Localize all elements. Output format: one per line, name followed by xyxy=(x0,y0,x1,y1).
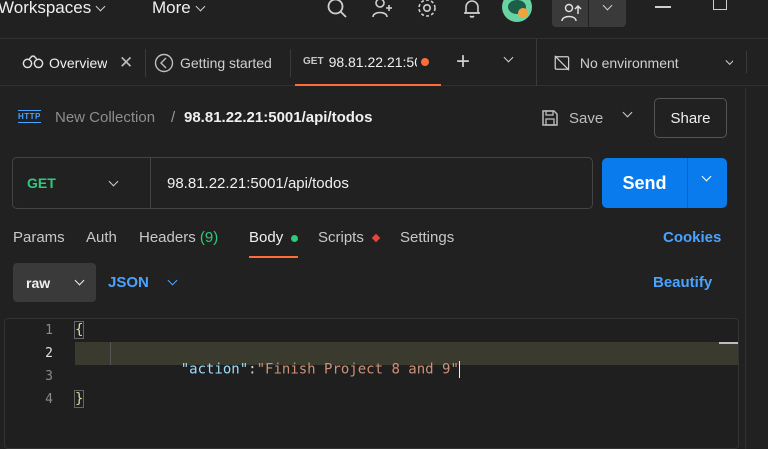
avatar[interactable] xyxy=(502,0,532,22)
tab-headers-label: Headers xyxy=(139,229,196,246)
share-label: Share xyxy=(670,109,711,127)
tab-overview-label: Overview xyxy=(49,54,107,71)
json-string-value: "Finish Project 8 and 9" xyxy=(256,361,459,378)
tab-headers[interactable]: Headers (9) xyxy=(139,229,218,246)
breadcrumb-request-name[interactable]: 98.81.22.21:5001/api/todos xyxy=(184,109,372,126)
share-button[interactable]: Share xyxy=(654,98,727,138)
chevron-down-icon xyxy=(195,1,206,11)
json-colon: : xyxy=(248,361,257,378)
text-cursor xyxy=(458,361,461,378)
minimap-marker xyxy=(719,342,738,344)
line-number: 2 xyxy=(45,346,53,361)
scripts-indicator xyxy=(371,233,381,243)
search-icon[interactable] xyxy=(325,0,349,20)
chevron-down-icon xyxy=(74,275,85,286)
workspaces-menu[interactable]: Workspaces xyxy=(0,0,106,18)
send-options-chevron-icon[interactable] xyxy=(701,171,712,182)
method-selector[interactable]: GET xyxy=(13,158,151,208)
more-label: More xyxy=(152,0,191,17)
send-label: Send xyxy=(622,172,667,193)
save-label: Save xyxy=(569,109,604,127)
send-button[interactable]: Send xyxy=(602,158,687,208)
tab-scripts-label: Scripts xyxy=(318,229,364,246)
invite-user-icon[interactable] xyxy=(370,0,394,20)
tab-params[interactable]: Params xyxy=(13,229,65,246)
body-active-dot xyxy=(291,234,299,242)
save-icon xyxy=(542,110,558,126)
breadcrumb-separator: / xyxy=(171,109,176,126)
workspaces-label: Workspaces xyxy=(0,0,92,17)
tab-method-label: GET xyxy=(303,56,324,67)
user-upload-icon[interactable] xyxy=(560,2,582,22)
close-icon[interactable]: ✕ xyxy=(119,53,133,73)
tab-body-label: Body xyxy=(249,229,284,246)
indent-guide xyxy=(110,342,111,365)
tab-getting-started-label: Getting started xyxy=(180,54,272,71)
top-bar: Workspaces More xyxy=(0,0,768,36)
overview-icon xyxy=(22,55,44,69)
tab-request-label: 98.81.22.21:5001/api/todos xyxy=(328,53,417,70)
getting-started-icon xyxy=(154,53,174,72)
more-menu[interactable]: More xyxy=(152,0,206,18)
cookies-link[interactable]: Cookies xyxy=(663,229,721,246)
minimize-icon[interactable] xyxy=(655,6,671,8)
body-format-label: JSON xyxy=(108,274,149,291)
tab-scripts[interactable]: Scripts xyxy=(318,229,381,246)
environment-label: No environment xyxy=(579,54,679,71)
tab-getting-started[interactable]: Getting started xyxy=(154,39,284,86)
tab-bar: Overview ✕ Getting started GET 98.81.22.… xyxy=(0,38,768,86)
chevron-down-icon xyxy=(108,176,119,186)
chevron-down-icon xyxy=(167,275,178,286)
beautify-button[interactable]: Beautify xyxy=(653,274,712,291)
unsaved-dot xyxy=(420,57,429,66)
body-format-selector[interactable]: JSON xyxy=(108,274,178,291)
json-line: "action":"Finish Project 8 and 9" xyxy=(147,345,461,394)
chevron-down-icon xyxy=(95,1,106,11)
bell-icon[interactable] xyxy=(460,0,484,20)
http-icon: HTTP xyxy=(18,110,41,123)
chevron-down-icon[interactable] xyxy=(602,0,613,11)
url-input[interactable] xyxy=(167,170,577,196)
json-close-brace: } xyxy=(73,390,85,408)
gear-icon[interactable] xyxy=(415,0,439,20)
chevron-down-icon xyxy=(725,55,733,66)
headers-count: (9) xyxy=(199,229,219,246)
method-label: GET xyxy=(27,175,56,191)
no-environment-icon xyxy=(554,54,570,71)
breadcrumb-collection[interactable]: New Collection xyxy=(55,109,155,126)
line-number: 4 xyxy=(45,392,53,407)
tab-settings[interactable]: Settings xyxy=(400,229,454,246)
save-options-chevron-icon[interactable] xyxy=(622,107,633,118)
body-mode-label: raw xyxy=(26,274,51,291)
code-editor[interactable]: 1 2 3 4 { "action":"Finish Project 8 and… xyxy=(4,318,739,449)
maximize-icon[interactable] xyxy=(713,0,727,10)
line-number: 3 xyxy=(45,369,53,384)
tab-overview[interactable]: Overview ✕ xyxy=(22,39,140,86)
json-open-brace: { xyxy=(73,321,85,339)
line-number: 1 xyxy=(45,323,53,338)
right-panel-divider xyxy=(745,88,746,449)
body-mode-selector[interactable]: raw xyxy=(13,263,96,302)
json-key: "action" xyxy=(180,361,249,378)
new-tab-button[interactable]: + xyxy=(456,50,470,74)
url-bar: GET xyxy=(12,157,593,209)
save-button[interactable]: Save xyxy=(540,104,603,132)
tab-auth[interactable]: Auth xyxy=(86,229,117,246)
send-button-group: Send xyxy=(602,158,727,208)
tab-request[interactable]: GET 98.81.22.21:5001/api/todos xyxy=(295,39,441,86)
environment-selector[interactable]: No environment xyxy=(553,39,733,86)
sync-control[interactable] xyxy=(552,0,626,27)
tabs-menu-chevron-icon[interactable] xyxy=(503,52,514,63)
tab-body[interactable]: Body xyxy=(249,229,299,258)
